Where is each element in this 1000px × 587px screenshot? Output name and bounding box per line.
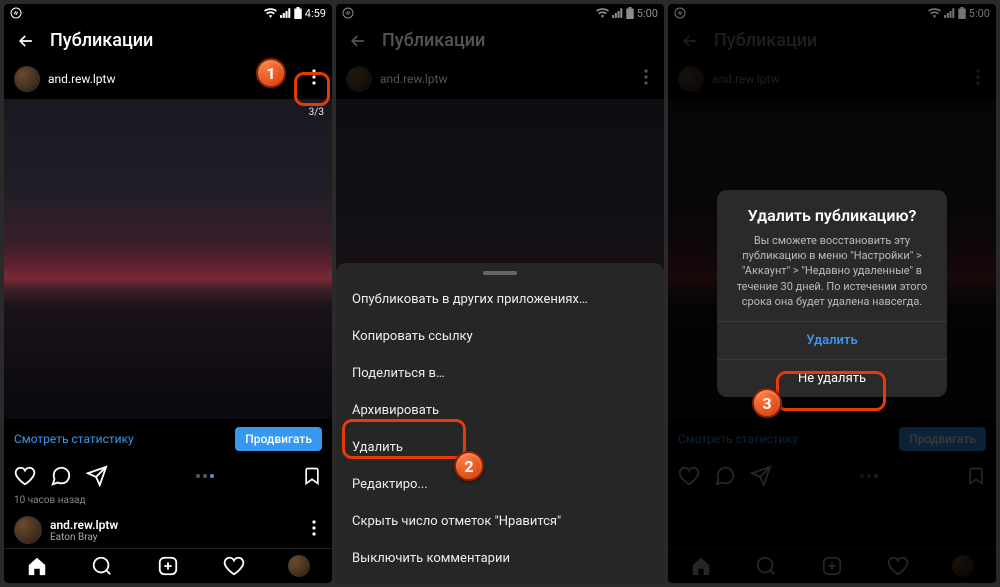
location[interactable]: Eaton Bray [50,532,118,543]
callout-2: 2 [454,451,484,481]
search-icon[interactable] [91,555,113,577]
callout-3: 3 [752,388,782,418]
dialog-overlay[interactable]: Удалить публикацию? Вы сможете восстанов… [668,4,996,583]
status-bar: 4:59 [4,4,332,22]
dialog-delete-button[interactable]: Удалить [717,321,947,359]
phone-screen-1: 4:59 Публикации and.rew.lptw 3/3 Смотрет… [4,4,332,583]
promote-button[interactable]: Продвигать [235,427,322,451]
sheet-disable-comments[interactable]: Выключить комментарии [336,540,664,577]
status-time: 4:59 [305,7,326,20]
avatar[interactable] [14,516,42,544]
activity-icon[interactable] [223,555,245,577]
sheet-copy-link[interactable]: Копировать ссылку [336,318,664,355]
sheet-handle-icon[interactable] [483,271,517,275]
carousel-dots [122,474,288,478]
app-header: Публикации [4,22,332,59]
more-options-button[interactable] [306,516,322,544]
bookmark-icon[interactable] [302,465,322,487]
home-icon[interactable] [26,555,48,577]
sheet-hide-likes[interactable]: Скрыть число отметок "Нравится" [336,503,664,540]
phone-screen-2: 5:00 Публикации and.rew.lptw Опубликоват… [336,4,664,583]
phone-screen-3: 5:00 Публикации and.rew.lptw Смотреть ст… [668,4,996,583]
back-arrow-icon[interactable] [16,31,36,51]
delete-dialog: Удалить публикацию? Вы сможете восстанов… [717,190,947,398]
sheet-archive[interactable]: Архивировать [336,392,664,429]
carousel-counter: 3/3 [309,107,324,118]
avatar[interactable] [14,66,40,92]
username[interactable]: and.rew.lptw [48,72,115,86]
profile-avatar[interactable] [288,555,310,577]
username[interactable]: and.rew.lptw [50,518,118,532]
bottom-sheet: Опубликовать в других приложениях… Копир… [336,263,664,583]
post-timestamp: 10 часов назад [4,493,332,512]
action-row [4,459,332,493]
post-image[interactable]: 3/3 [4,99,332,419]
bottom-nav [4,548,332,583]
wifi-icon [264,8,277,18]
more-options-button[interactable] [306,65,322,93]
sheet-delete[interactable]: Удалить [336,429,664,466]
page-title: Публикации [50,30,153,51]
stats-row: Смотреть статистику Продвигать [4,419,332,459]
signal-icon [280,8,291,18]
dialog-title: Удалить публикацию? [717,206,947,233]
dialog-cancel-button[interactable]: Не удалять [717,359,947,397]
sheet-share-to[interactable]: Поделиться в… [336,355,664,392]
shazam-icon [10,7,22,19]
add-post-icon[interactable] [157,555,179,577]
dialog-body: Вы сможете восстановить эту публикацию в… [717,233,947,322]
callout-1: 1 [256,58,286,88]
comment-icon[interactable] [50,465,72,487]
view-stats-link[interactable]: Смотреть статистику [14,432,134,446]
share-icon[interactable] [86,465,108,487]
sheet-overlay[interactable]: Опубликовать в других приложениях… Копир… [336,4,664,583]
like-icon[interactable] [14,465,36,487]
sheet-share-other[interactable]: Опубликовать в других приложениях… [336,281,664,318]
sheet-edit[interactable]: Редактиро... [336,466,664,503]
battery-icon [294,7,302,19]
next-post-header: and.rew.lptw Eaton Bray [4,512,332,548]
